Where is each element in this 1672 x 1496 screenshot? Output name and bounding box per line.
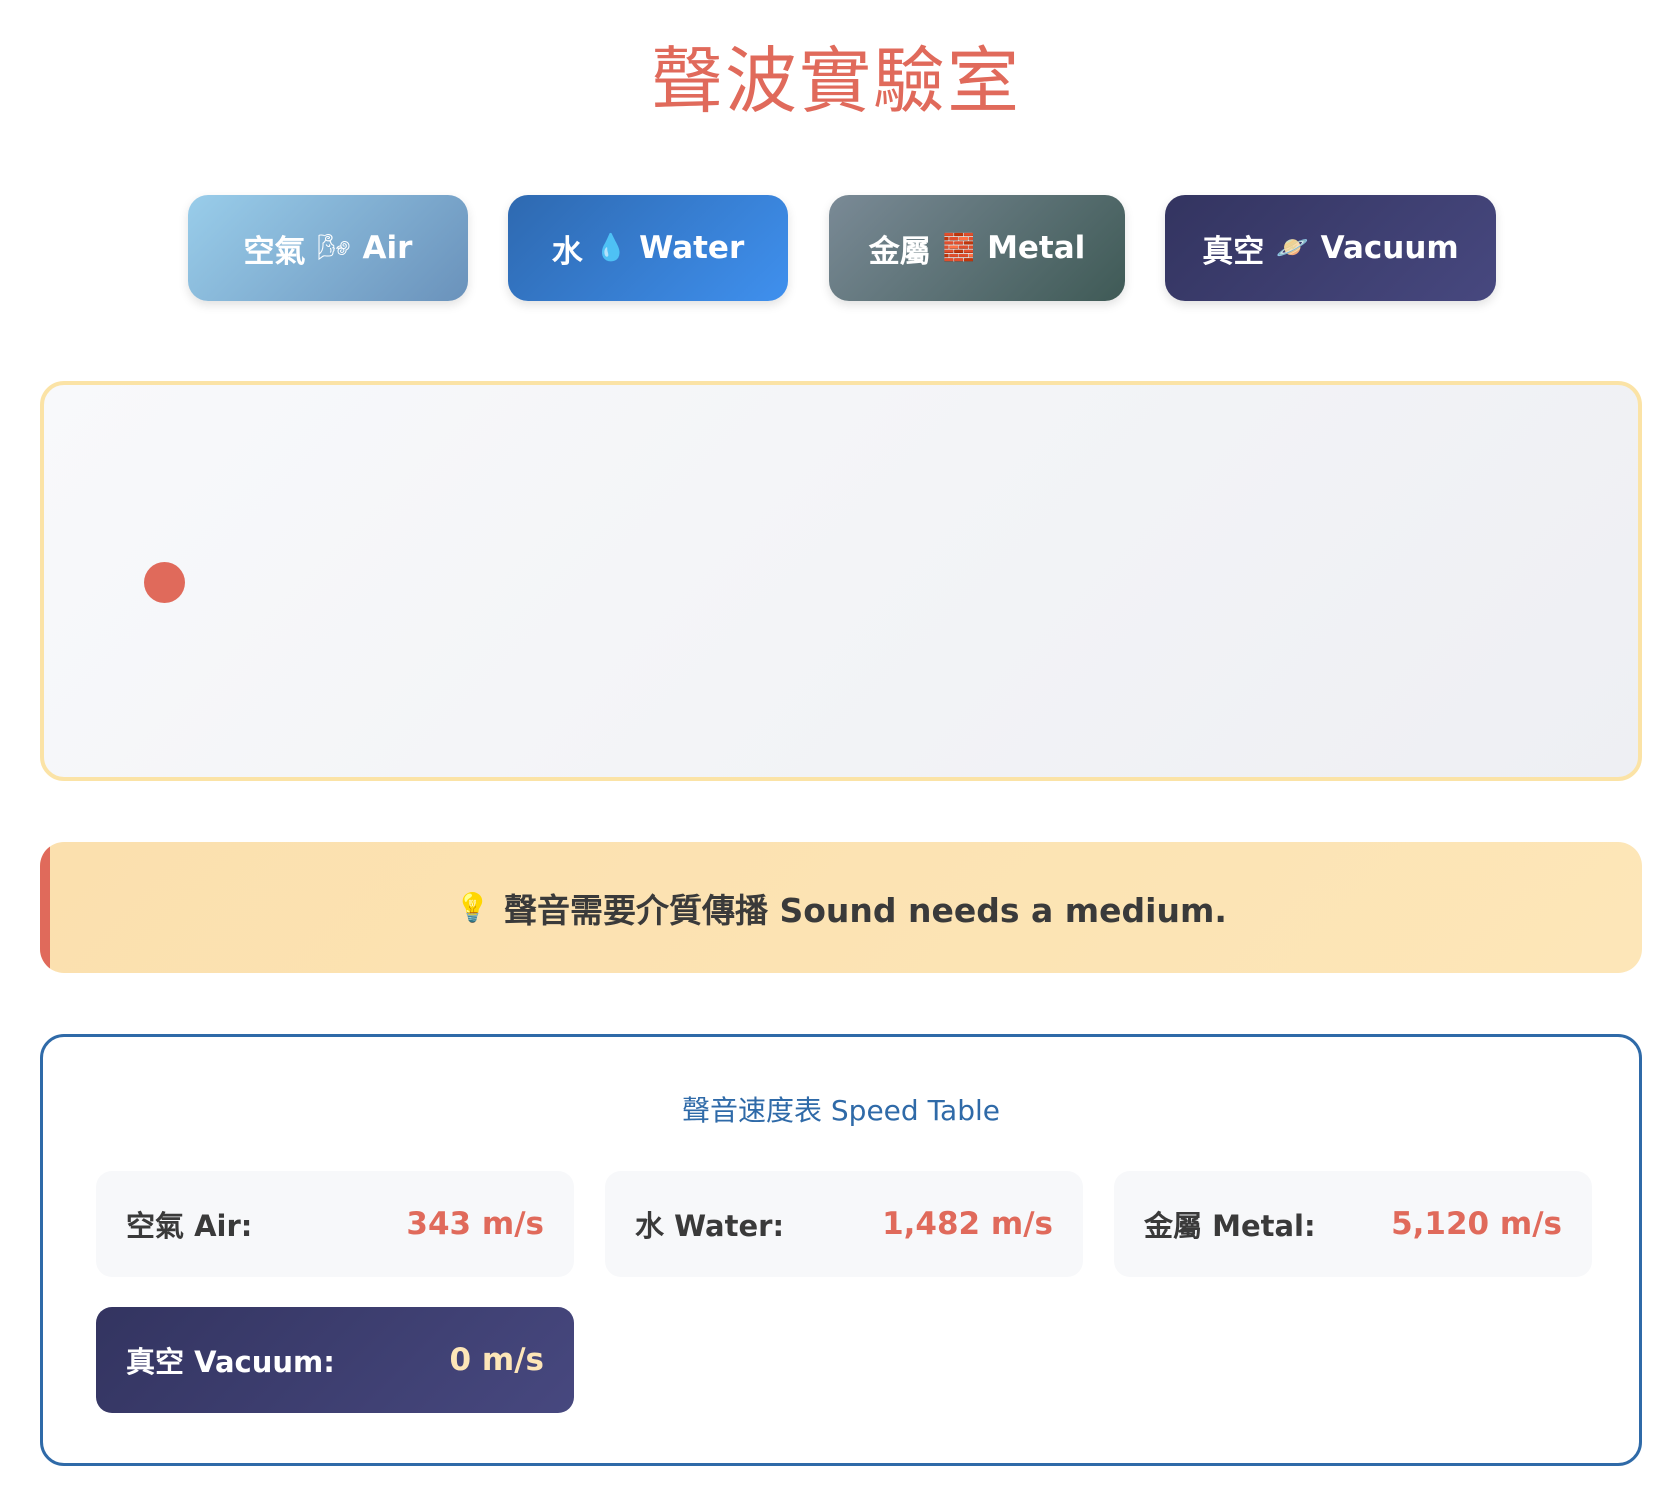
vacuum-button[interactable]: 真空 🪐 Vacuum: [1165, 195, 1496, 301]
hint-content: 💡 聲音需要介質傳播 Sound needs a medium.: [455, 884, 1227, 932]
speed-label-water: 水 Water:: [635, 1209, 785, 1243]
planet-icon: 🪐: [1276, 233, 1309, 263]
speed-label-air: 空氣 Air:: [126, 1209, 253, 1243]
water-button[interactable]: 水 💧 Water: [508, 195, 788, 301]
metal-button-label-en: Metal: [987, 230, 1086, 266]
speed-cell-water: 水 Water: 1,482 m/s: [605, 1171, 1083, 1277]
speed-value-metal: 5,120 m/s: [1391, 1206, 1562, 1242]
page-title: 聲波實驗室: [650, 39, 1021, 123]
brick-icon: 🧱: [942, 233, 976, 263]
hint-banner: 💡 聲音需要介質傳播 Sound needs a medium.: [40, 842, 1642, 973]
speed-table-panel: 聲音速度表 Speed Table 空氣 Air: 343 m/s 水 Wate…: [40, 1034, 1642, 1466]
air-button-label-en: Air: [362, 230, 413, 266]
air-button-label-zh: 空氣: [243, 233, 306, 270]
wind-icon: 🌬: [317, 233, 351, 263]
lightbulb-icon: 💡: [455, 891, 490, 924]
droplet-icon: 💧: [594, 233, 628, 263]
hint-accent-bar: [40, 842, 50, 973]
speed-label-metal: 金屬 Metal:: [1144, 1209, 1316, 1243]
speed-value-water: 1,482 m/s: [882, 1206, 1053, 1242]
vacuum-button-label-en: Vacuum: [1320, 230, 1459, 266]
sound-source-dot: [144, 562, 185, 603]
air-button[interactable]: 空氣 🌬 Air: [188, 195, 468, 301]
speed-table-title: 聲音速度表 Speed Table: [682, 1094, 1000, 1127]
speed-value-vacuum: 0 m/s: [449, 1342, 544, 1378]
speed-cell-vacuum: 真空 Vacuum: 0 m/s: [96, 1307, 574, 1413]
hint-text: 聲音需要介質傳播 Sound needs a medium.: [503, 890, 1227, 930]
medium-selector: 空氣 🌬 Air 水 💧 Water 金屬 🧱 Metal 真空 🪐 Vacuu…: [0, 195, 1672, 301]
speed-label-vacuum: 真空 Vacuum:: [126, 1345, 335, 1379]
speed-cell-metal: 金屬 Metal: 5,120 m/s: [1114, 1171, 1592, 1277]
sound-lab-page: 聲波實驗室 空氣 🌬 Air 水 💧 Water 金屬 🧱 Metal 真空 🪐…: [0, 0, 1672, 1496]
sound-wave-stage[interactable]: [40, 381, 1642, 781]
speed-value-air: 343 m/s: [406, 1206, 544, 1242]
metal-button[interactable]: 金屬 🧱 Metal: [829, 195, 1125, 301]
speed-cell-air: 空氣 Air: 343 m/s: [96, 1171, 574, 1277]
water-button-label-en: Water: [639, 230, 745, 266]
metal-button-label-zh: 金屬: [868, 233, 931, 270]
water-button-label-zh: 水: [551, 233, 583, 270]
vacuum-button-label-zh: 真空: [1202, 233, 1265, 270]
